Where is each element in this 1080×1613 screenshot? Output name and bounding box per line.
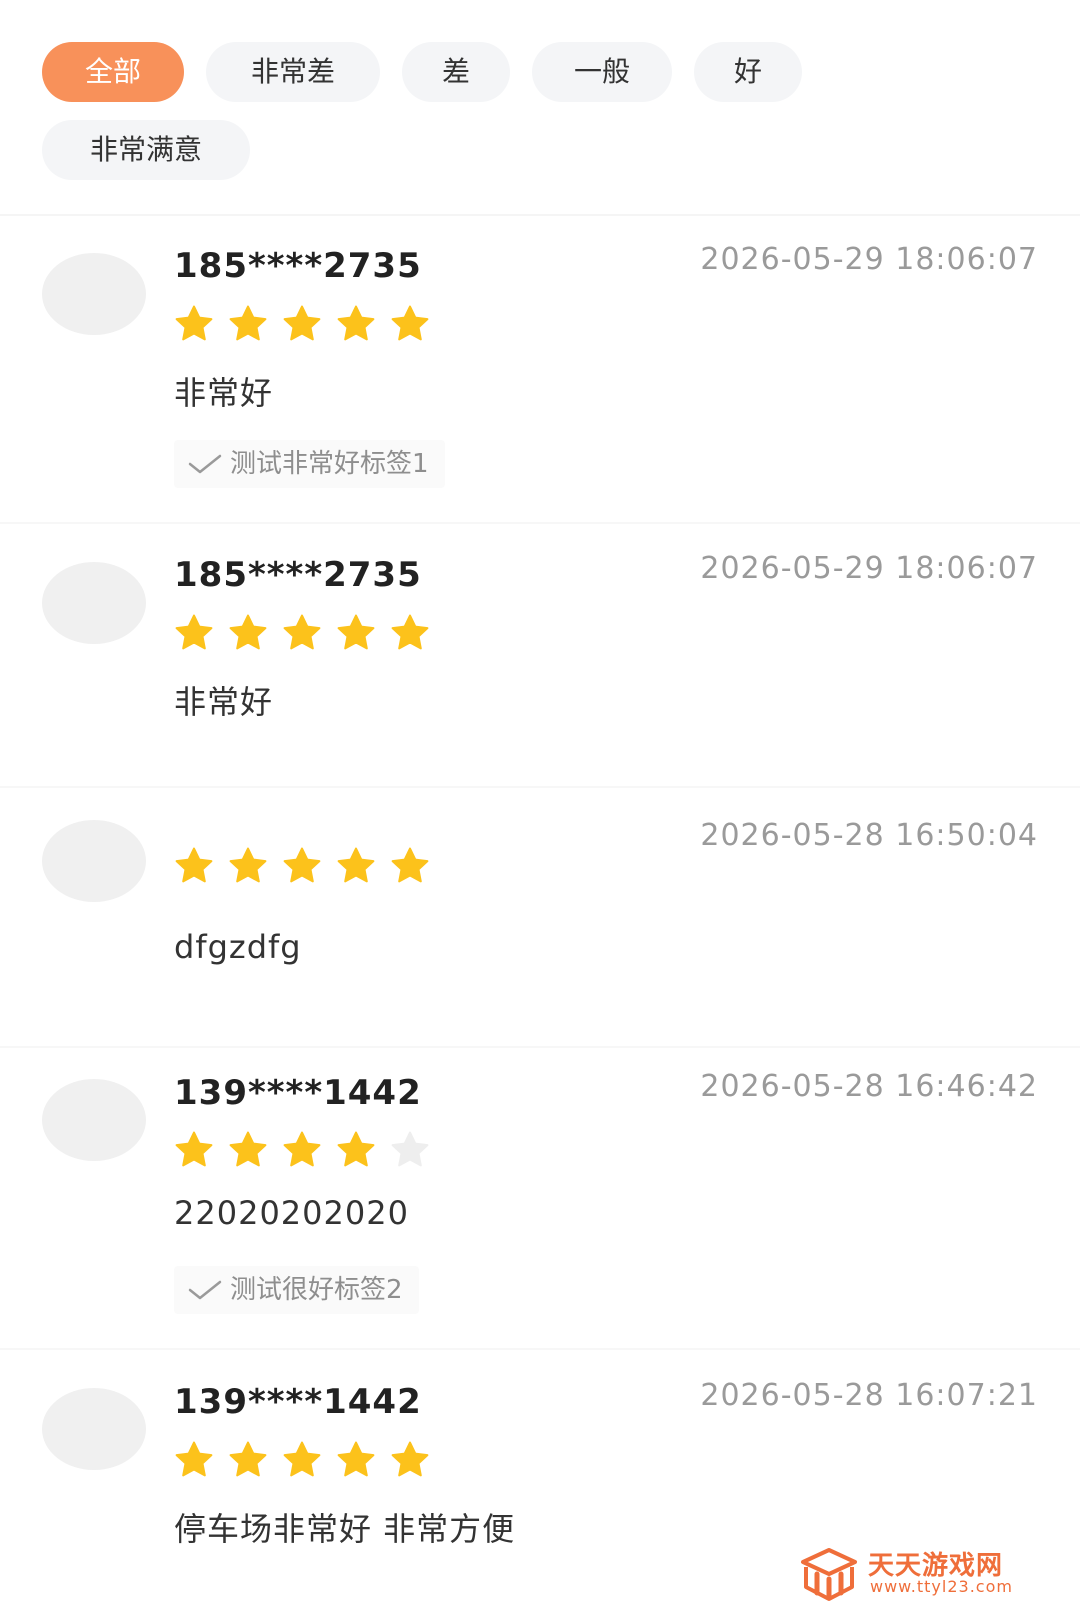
avatar[interactable] [42,253,146,335]
review-content: dfgzdfg [174,928,302,966]
site-logo-icon [800,1547,858,1603]
star-icon [390,613,430,653]
star-icon [174,846,214,886]
review-content: 22020202020 [174,1194,409,1232]
review-timestamp: 2026-05-28 16:50:04 [700,818,1038,853]
rating-stars [174,846,444,886]
filter-chip-bad[interactable]: 差 [402,42,510,102]
star-icon [174,1130,214,1170]
avatar[interactable] [42,1388,146,1470]
rating-stars [174,1440,444,1480]
star-icon [228,613,268,653]
filter-chip-all[interactable]: 全部 [42,42,184,102]
star-icon [336,613,376,653]
star-icon [390,846,430,886]
star-icon [336,1130,376,1170]
star-icon [336,304,376,344]
star-icon [282,1440,322,1480]
filter-chip-good[interactable]: 好 [694,42,802,102]
review-tag-label: 测试非常好标签1 [230,449,429,479]
site-watermark: 天天游戏网 www.ttyl23.com [800,1543,1020,1607]
star-icon [282,304,322,344]
review-tag-label: 测试很好标签2 [230,1275,403,1305]
star-icon [174,304,214,344]
review-item: 2026-05-28 16:50:04 dfgzdfg [0,788,1080,1048]
watermark-url: www.ttyl23.com [870,1577,1013,1596]
review-tag: 测试非常好标签1 [174,440,445,488]
star-icon [336,1440,376,1480]
review-timestamp: 2026-05-29 18:06:07 [700,551,1038,586]
filter-chip-average[interactable]: 一般 [532,42,672,102]
review-timestamp: 2026-05-28 16:46:42 [700,1069,1038,1104]
star-icon [228,1440,268,1480]
star-empty-icon [390,1130,430,1170]
rating-stars [174,304,444,344]
star-icon [228,304,268,344]
avatar[interactable] [42,562,146,644]
avatar[interactable] [42,1079,146,1161]
review-content: 非常好 [174,683,274,721]
review-tag: 测试很好标签2 [174,1266,419,1314]
filter-chip-very-bad[interactable]: 非常差 [206,42,380,102]
review-content: 停车场非常好 非常方便 [174,1510,516,1548]
star-icon [282,1130,322,1170]
rating-stars [174,1130,444,1170]
rating-stars [174,613,444,653]
review-username: 139****1442 [174,1382,422,1422]
star-icon [228,1130,268,1170]
avatar[interactable] [42,820,146,902]
star-icon [282,846,322,886]
review-username: 185****2735 [174,246,422,286]
review-content: 非常好 [174,374,274,412]
review-username: 139****1442 [174,1073,422,1113]
review-timestamp: 2026-05-29 18:06:07 [700,242,1038,277]
review-item: 185****2735 2026-05-29 18:06:07 非常好 测试非常… [0,216,1080,524]
star-icon [336,846,376,886]
star-icon [390,304,430,344]
star-icon [282,613,322,653]
star-icon [390,1440,430,1480]
check-icon [188,452,222,476]
star-icon [174,613,214,653]
review-item: 139****1442 2026-05-28 16:46:42 22020202… [0,1048,1080,1350]
check-icon [188,1278,222,1302]
star-icon [174,1440,214,1480]
review-timestamp: 2026-05-28 16:07:21 [700,1378,1038,1413]
review-item: 185****2735 2026-05-29 18:06:07 非常好 [0,524,1080,788]
filter-chip-very-satisfied[interactable]: 非常满意 [42,120,250,180]
star-icon [228,846,268,886]
review-username: 185****2735 [174,555,422,595]
